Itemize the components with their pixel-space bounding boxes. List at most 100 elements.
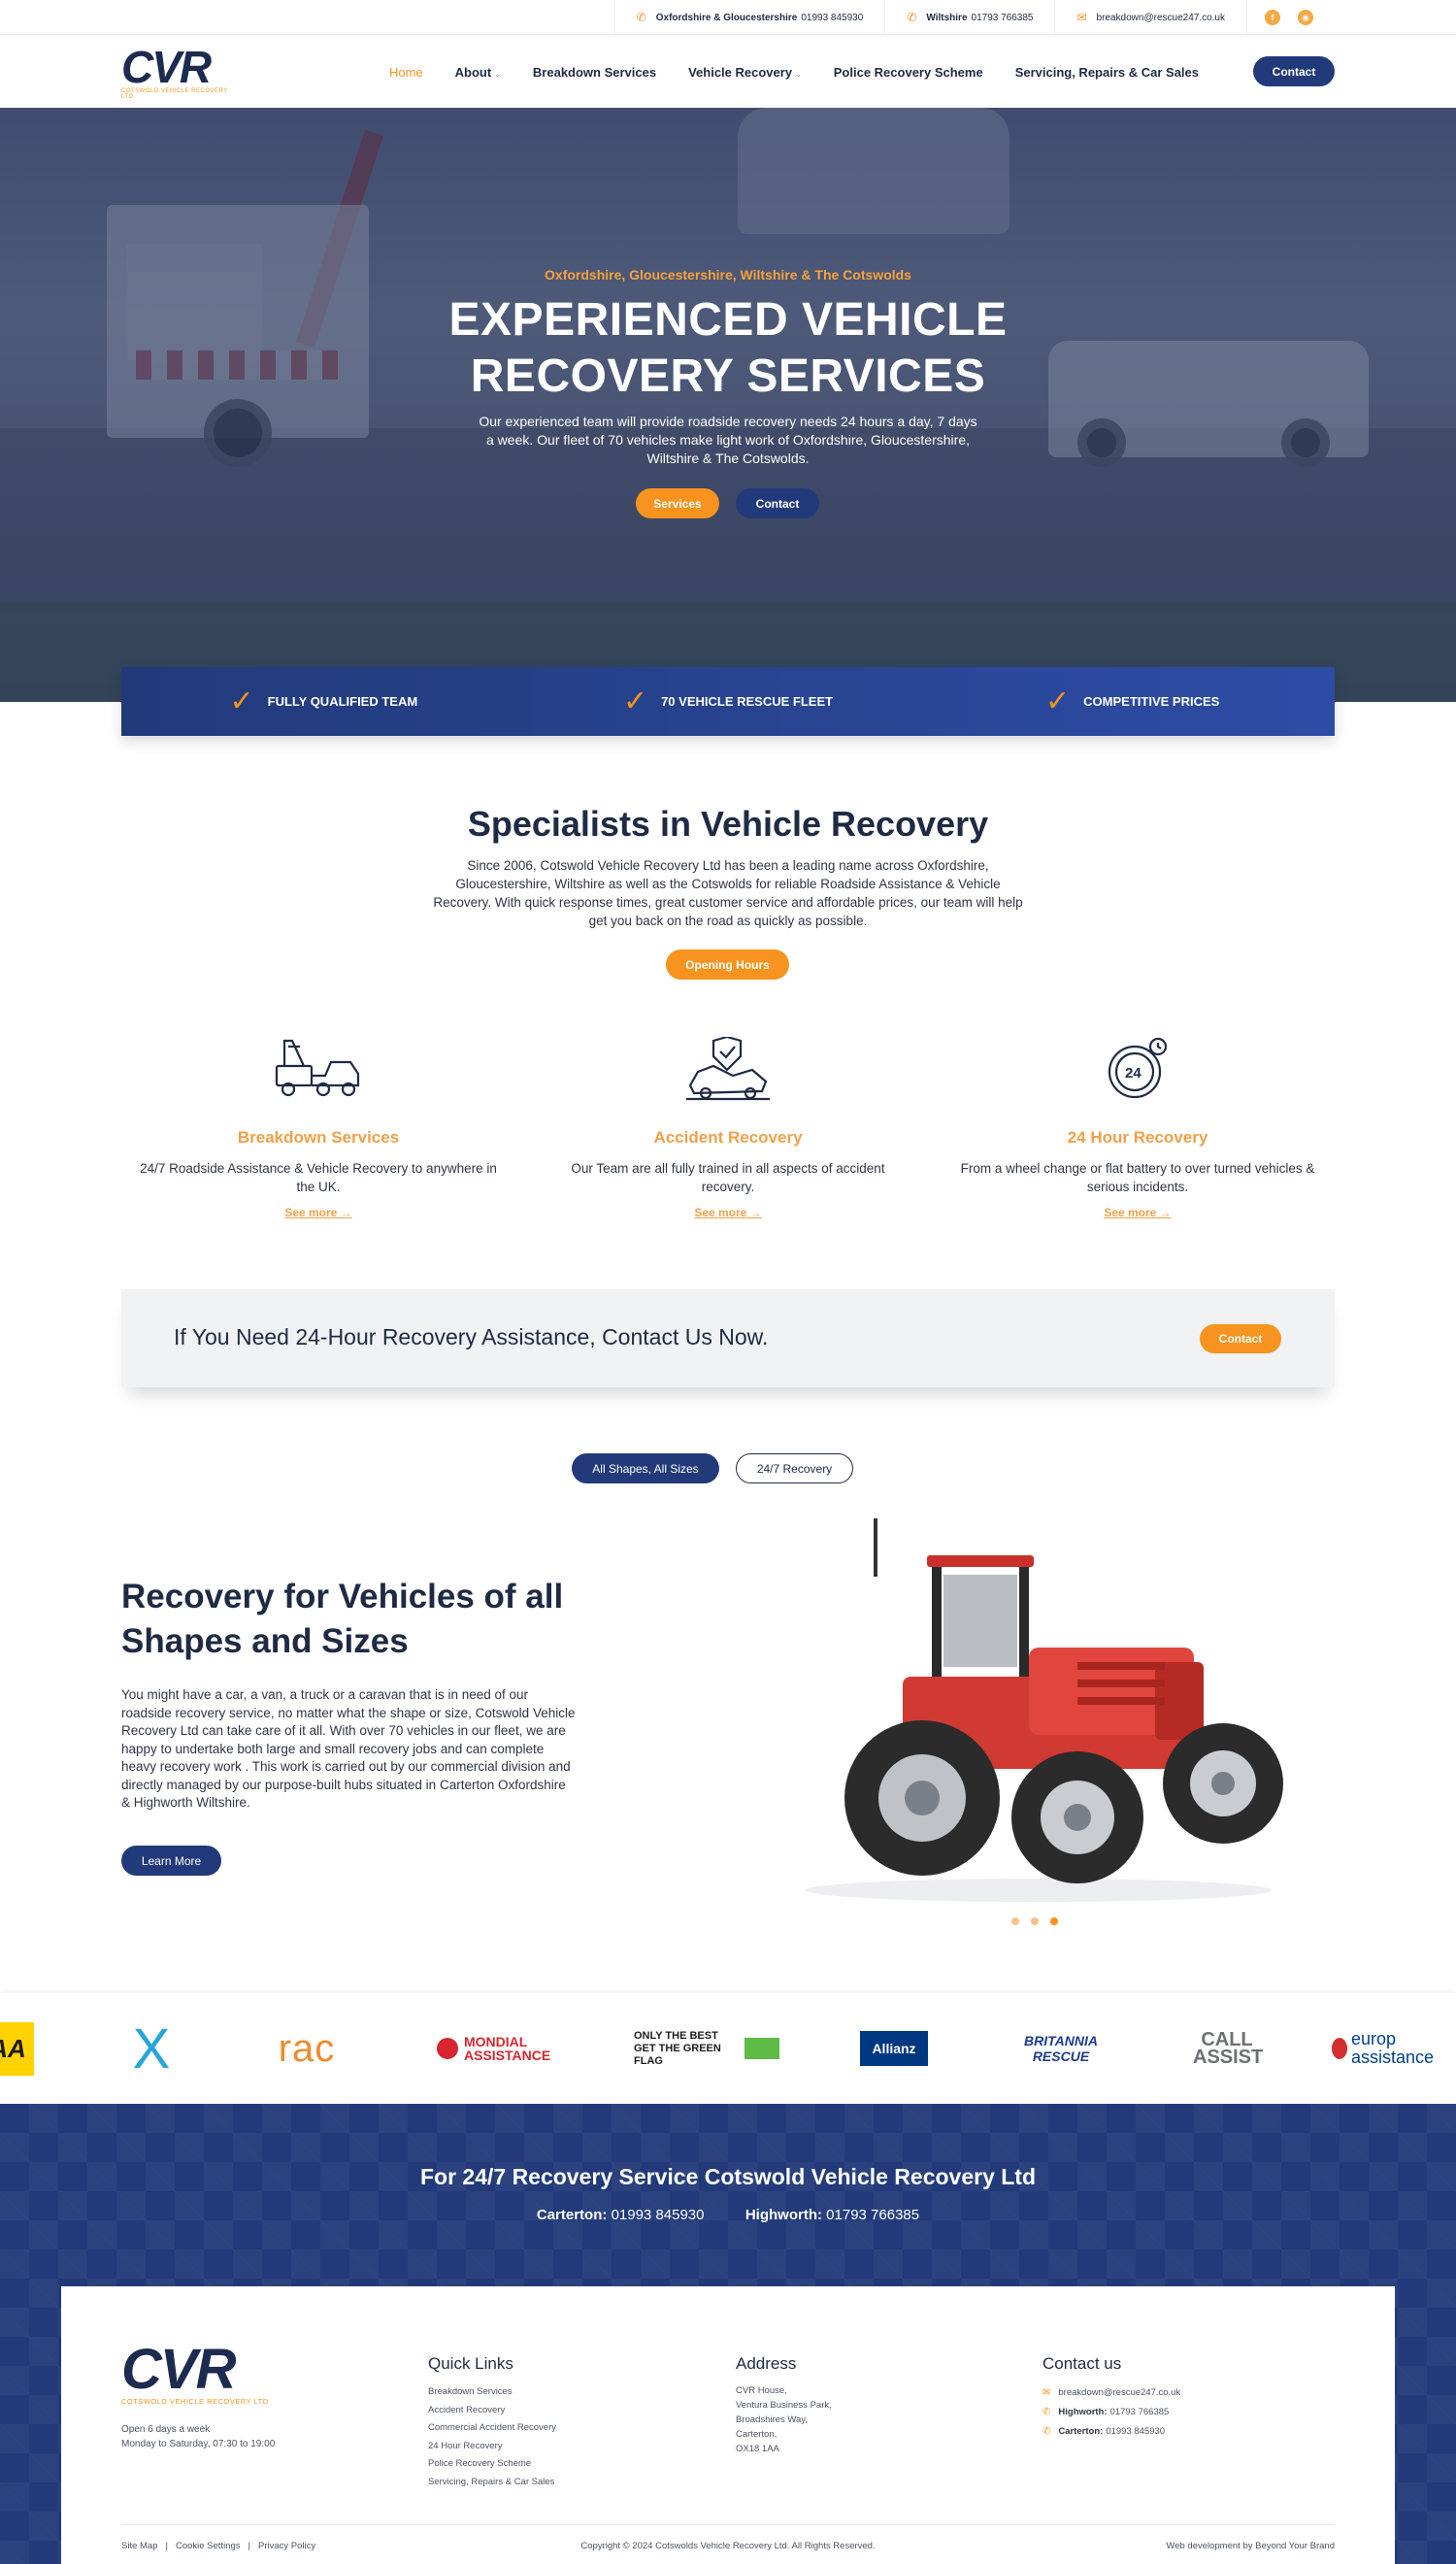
- main-nav: Home About ⌄ Breakdown Services Vehicle R…: [357, 36, 1199, 108]
- tab-all-shapes[interactable]: All Shapes, All Sizes: [572, 1453, 719, 1483]
- footer-logo[interactable]: CVR COTSWOLD VEHICLE RECOVERY LTD: [121, 2342, 269, 2407]
- nav-item-breakdown-services[interactable]: Breakdown Services: [533, 65, 656, 80]
- tractor-image: [786, 1516, 1291, 1905]
- mondial-emblem-icon: [437, 2038, 458, 2059]
- footer-address: Address CVR House, Ventura Business Park…: [736, 2354, 832, 2454]
- phone-icon: ✆: [1042, 2407, 1051, 2417]
- band-phone-highworth[interactable]: Highworth: 01793 766385: [745, 2207, 919, 2223]
- 24-hour-icon: 24: [953, 1035, 1322, 1103]
- features-bar: ✓ FULLY QUALIFIED TEAM ✓ 70 VEHICLE RESCUE…: [121, 667, 1335, 736]
- partner-logo-aa: AA: [0, 1993, 35, 2104]
- chevron-down-icon: ⌄: [494, 69, 501, 79]
- partner-logo-rac: RAC: [278, 2026, 336, 2070]
- facebook-icon[interactable]: f: [1265, 10, 1280, 25]
- top-bar: ✆ Oxfordshire & Gloucestershire 01993 84…: [0, 0, 1456, 35]
- see-more-link[interactable]: See more →: [544, 1206, 912, 1219]
- green-flag-icon: [745, 2038, 779, 2059]
- social-links: f ◉: [1246, 0, 1335, 35]
- hero-banner: Oxfordshire, Gloucestershire, Wiltshire …: [0, 108, 1456, 702]
- tab-24-7-recovery[interactable]: 24/7 Recovery: [736, 1453, 853, 1483]
- europ-emblem-icon: [1332, 2038, 1347, 2059]
- mail-icon: ✉: [1076, 11, 1087, 24]
- footer-link[interactable]: Accident Recovery: [428, 2402, 556, 2420]
- header-contact-button[interactable]: Contact: [1253, 56, 1335, 86]
- band-title: For 24/7 Recovery Service Cotswold Vehic…: [419, 2164, 1037, 2189]
- chevron-down-icon: ⌄: [795, 69, 802, 79]
- nav-item-home[interactable]: Home: [389, 65, 423, 80]
- partner-logos-strip: AA X RAC MONDIAL ASSISTANCE ONLY THE BES…: [0, 1993, 1456, 2104]
- check-icon: ✓: [622, 684, 648, 717]
- partner-logo-britannia: BRITANNIA RESCUE: [1024, 2033, 1098, 2064]
- privacy-policy-link[interactable]: Privacy Policy: [258, 2541, 315, 2551]
- cta-contact-button[interactable]: Contact: [1200, 1324, 1281, 1353]
- band-phones: Carterton: 01993 845930 Highworth: 01793…: [0, 2207, 1456, 2223]
- svg-text:24: 24: [1125, 1065, 1142, 1082]
- phone-icon: ✆: [636, 11, 646, 24]
- footer-phone-carterton[interactable]: ✆ Carterton: 01993 845930: [1042, 2422, 1180, 2442]
- partner-logo-x: X: [132, 2016, 171, 2081]
- mail-icon: ✉: [1042, 2387, 1051, 2398]
- see-more-link[interactable]: See more →: [953, 1206, 1322, 1219]
- opening-times: Open 6 days a week Monday to Saturday, 0…: [121, 2424, 276, 2449]
- footer-contact: Contact us ✉ breakdown@rescue247.co.uk ✆ H…: [1042, 2354, 1180, 2442]
- rss-icon[interactable]: ◉: [1298, 10, 1313, 25]
- partner-logo-green-flag: ONLY THE BEST GET THE GREEN FLAG: [633, 1993, 780, 2104]
- topbar-phone-oxfordshire[interactable]: ✆ Oxfordshire & Gloucestershire 01993 84…: [613, 0, 885, 35]
- check-icon: ✓: [1045, 684, 1071, 717]
- phone-icon: ✆: [907, 11, 917, 24]
- cta-text: If You Need 24-Hour Recovery Assistance,…: [174, 1324, 769, 1349]
- service-card-24-hour: 24 24 Hour Recovery From a wheel change …: [953, 1035, 1322, 1219]
- site-header: CVR COTSWOLD VEHICLE RECOVERY LTD Home A…: [0, 36, 1456, 108]
- footer-link[interactable]: 24 Hour Recovery: [428, 2438, 556, 2456]
- partner-logo-call-assist: CALL ASSIST: [1193, 2029, 1264, 2068]
- site-logo[interactable]: CVR COTSWOLD VEHICLE RECOVERY LTD: [121, 45, 238, 100]
- hero-contact-button[interactable]: Contact: [736, 488, 819, 518]
- nav-item-about[interactable]: About ⌄: [455, 65, 501, 80]
- hero-title: EXPERIENCED VEHICLE RECOVERY SERVICES: [448, 294, 1008, 402]
- footer-phone-highworth[interactable]: ✆ Highworth: 01793 766385: [1042, 2403, 1180, 2422]
- hero-kicker: Oxfordshire, Gloucestershire, Wiltshire …: [545, 267, 911, 283]
- check-icon: ✓: [229, 684, 254, 717]
- hero-lead: Our experienced team will provide roadsi…: [479, 414, 977, 466]
- carousel-dots: [1011, 1917, 1070, 1925]
- carousel-dot[interactable]: [1031, 1917, 1039, 1925]
- see-more-link[interactable]: See more →: [134, 1206, 503, 1219]
- footer-quick-links: Quick Links Breakdown Services Accident …: [428, 2354, 556, 2491]
- partner-logo-mondial: MONDIAL ASSISTANCE: [435, 1993, 563, 2104]
- carousel-dot-active[interactable]: [1050, 1917, 1058, 1925]
- site-footer: CVR COTSWOLD VEHICLE RECOVERY LTD Open 6…: [61, 2286, 1395, 2564]
- partner-logo-europ-assistance: europ assistance: [1332, 1993, 1434, 2104]
- service-card-breakdown: Breakdown Services 24/7 Roadside Assista…: [134, 1035, 503, 1219]
- nav-item-servicing[interactable]: Servicing, Repairs & Car Sales: [1015, 65, 1199, 80]
- credit-link[interactable]: Web development by Beyond Your Brand: [1166, 2541, 1335, 2551]
- carousel-dot[interactable]: [1011, 1917, 1019, 1925]
- nav-item-vehicle-recovery[interactable]: Vehicle Recovery ⌄: [688, 65, 802, 80]
- band-phone-carterton[interactable]: Carterton: 01993 845930: [537, 2207, 705, 2223]
- footer-legal-links: Site Map | Cookie Settings | Privacy Policy: [121, 2541, 316, 2551]
- footer-link[interactable]: Police Recovery Scheme: [428, 2455, 556, 2474]
- nav-item-police-recovery[interactable]: Police Recovery Scheme: [834, 65, 983, 80]
- cookie-settings-link[interactable]: Cookie Settings: [176, 2541, 241, 2551]
- phone-icon: ✆: [1042, 2426, 1051, 2437]
- feature-item: ✓ COMPETITIVE PRICES: [1045, 684, 1220, 717]
- topbar-email[interactable]: ✉ breakdown@rescue247.co.uk: [1054, 0, 1246, 35]
- topbar-phone-wiltshire[interactable]: ✆ Wiltshire 01793 766385: [884, 0, 1054, 35]
- footer-link[interactable]: Servicing, Repairs & Car Sales: [428, 2474, 556, 2492]
- recovery-body: You might have a car, a van, a truck or …: [121, 1687, 576, 1810]
- hero-services-button[interactable]: Services: [636, 488, 719, 518]
- footer-divider: [121, 2524, 1335, 2525]
- footer-link[interactable]: Commercial Accident Recovery: [428, 2419, 556, 2438]
- footer-email[interactable]: ✉ breakdown@rescue247.co.uk: [1042, 2383, 1180, 2403]
- service-card-accident: Accident Recovery Our Team are all fully…: [544, 1035, 912, 1219]
- opening-hours-button[interactable]: Opening Hours: [666, 949, 789, 980]
- car-accident-icon: [544, 1035, 912, 1103]
- specialists-body: Since 2006, Cotswold Vehicle Recovery Lt…: [433, 858, 1023, 928]
- recovery-title: Recovery for Vehicles of all Shapes and …: [121, 1578, 564, 1660]
- partner-logo-allianz: Allianz: [854, 1993, 934, 2104]
- feature-item: ✓ FULLY QUALIFIED TEAM: [229, 684, 418, 717]
- tow-truck-icon: [134, 1035, 503, 1103]
- site-map-link[interactable]: Site Map: [121, 2541, 158, 2551]
- footer-link[interactable]: Breakdown Services: [428, 2383, 556, 2402]
- learn-more-button[interactable]: Learn More: [121, 1846, 221, 1876]
- specialists-title: Specialists in Vehicle Recovery: [467, 804, 989, 844]
